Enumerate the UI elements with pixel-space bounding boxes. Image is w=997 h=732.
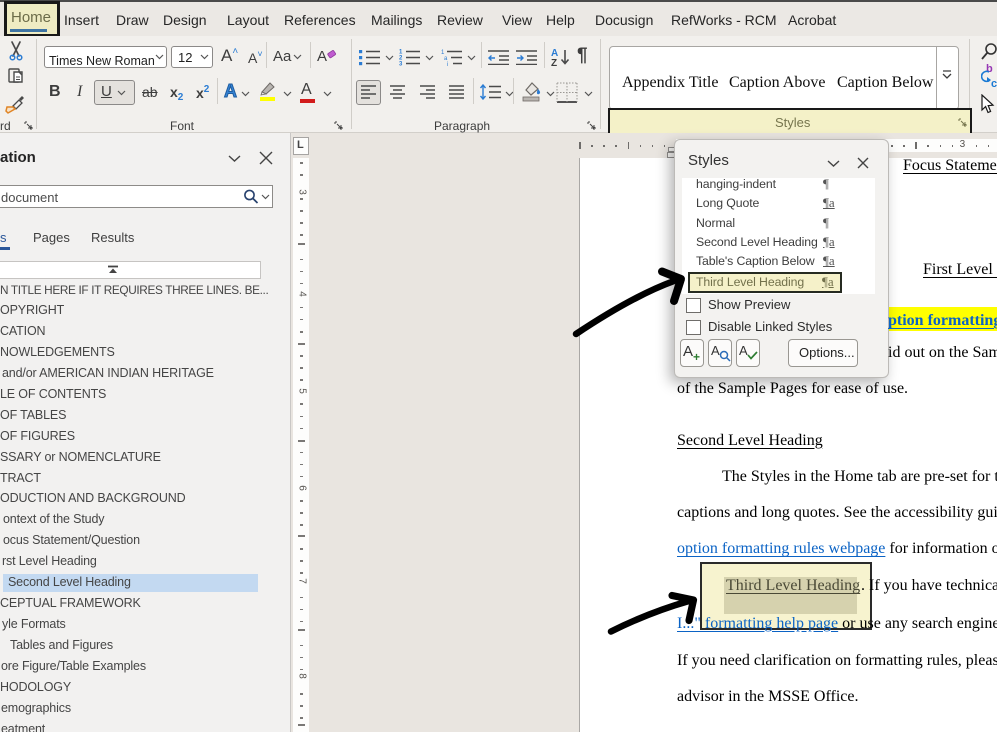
svg-text:3: 3 [399,62,403,67]
svg-text:i: i [447,62,448,66]
svg-text:Z: Z [551,58,557,67]
